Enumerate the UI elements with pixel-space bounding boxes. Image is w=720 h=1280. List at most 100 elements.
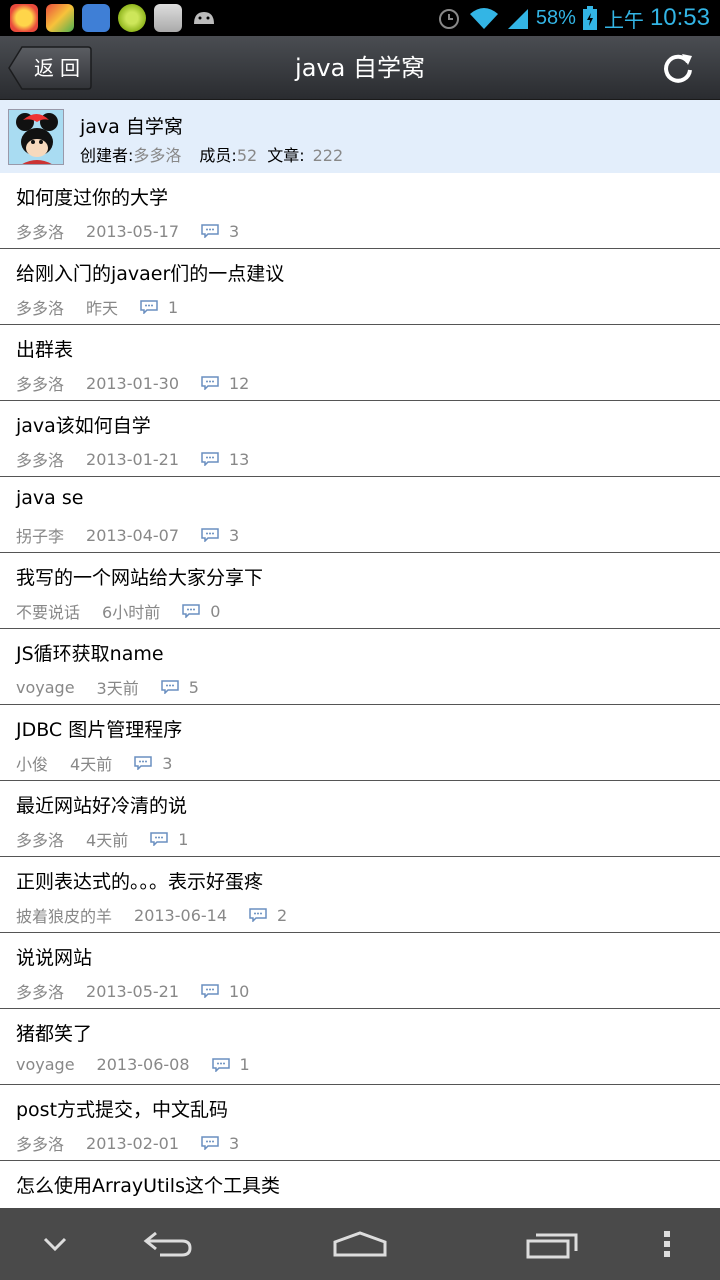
list-item[interactable]: JS循环获取name voyage 3天前 5 (0, 629, 720, 705)
refresh-button[interactable] (660, 50, 696, 86)
post-date: 4天前 (70, 755, 113, 774)
post-meta: 拐子李 2013-04-07 3 (16, 523, 239, 547)
home-icon (333, 1231, 387, 1257)
battery-icon (582, 6, 597, 30)
post-title: 如何度过你的大学 (16, 187, 169, 209)
members-value: 52 (236, 146, 258, 165)
list-item[interactable]: 说说网站 多多洛 2013-05-21 10 (0, 933, 720, 1009)
comment-icon (211, 1057, 230, 1072)
comment-count: 2 (277, 905, 288, 925)
comment-count: 12 (229, 373, 250, 393)
clock: 10:53 (649, 4, 710, 31)
android-icon (194, 12, 214, 24)
comment-count: 13 (229, 449, 250, 469)
post-date: 2013-05-21 (86, 981, 179, 1001)
post-meta: 多多洛 2013-05-17 3 (16, 219, 239, 243)
post-author: 不要说话 (16, 603, 81, 622)
ampm-label: 上午 (603, 9, 644, 32)
group-avatar (8, 109, 64, 165)
notification-icons (10, 4, 218, 32)
system-status: 58% 上午 10:53 (436, 0, 710, 36)
status-bar: 58% 上午 10:53 (0, 0, 720, 36)
post-author: voyage (16, 677, 75, 697)
comment-count: 0 (210, 601, 221, 621)
app-icon-5 (154, 4, 182, 32)
back-nav-button[interactable] (122, 1208, 214, 1280)
post-date: 2013-05-17 (86, 221, 179, 241)
list-item[interactable]: 如何度过你的大学 多多洛 2013-05-17 3 (0, 173, 720, 249)
comment-count: 3 (229, 525, 240, 545)
list-item[interactable]: 怎么使用ArrayUtils这个工具类 (0, 1161, 720, 1208)
comment-icon (134, 756, 152, 770)
back-button[interactable]: 返回 (8, 46, 92, 90)
menu-button[interactable] (642, 1208, 692, 1280)
post-title: 给刚入门的javaer们的一点建议 (16, 263, 285, 285)
posts-label: 文章: (267, 146, 305, 165)
creator-label: 创建者: (80, 146, 134, 165)
post-title: 怎么使用ArrayUtils这个工具类 (16, 1175, 280, 1197)
comment-icon (201, 376, 219, 390)
comment-count: 5 (188, 677, 199, 697)
hide-keyboard-button[interactable] (20, 1208, 90, 1280)
post-title: java该如何自学 (16, 415, 151, 437)
navigation-bar (0, 1208, 720, 1280)
comment-icon (249, 908, 267, 922)
list-item[interactable]: 猪都笑了 voyage 2013-06-08 1 (0, 1009, 720, 1085)
comment-icon (201, 1136, 219, 1150)
app-icon-1 (10, 4, 38, 32)
list-item[interactable]: 正则表达式的。。。表示好蛋疼 披着狼皮的羊 2013-06-14 2 (0, 857, 720, 933)
post-author: 多多洛 (16, 299, 65, 318)
list-item[interactable]: 出群表 多多洛 2013-01-30 12 (0, 325, 720, 401)
list-item[interactable]: java该如何自学 多多洛 2013-01-21 13 (0, 401, 720, 477)
members-label: 成员: (199, 146, 237, 165)
post-meta: 多多洛 2013-01-30 12 (16, 371, 249, 395)
post-meta: 多多洛 昨天 1 (16, 295, 178, 319)
signal-icon (507, 9, 528, 29)
post-date: 昨天 (86, 299, 119, 318)
post-author: 多多洛 (16, 831, 65, 850)
creator-value: 多多洛 (133, 146, 182, 165)
post-date: 4天前 (86, 831, 129, 850)
post-meta: 不要说话 6小时前 0 (16, 599, 220, 623)
list-item[interactable]: post方式提交，中文乱码 多多洛 2013-02-01 3 (0, 1085, 720, 1161)
comment-icon (201, 528, 219, 542)
recent-apps-icon (526, 1233, 578, 1259)
back-icon (143, 1231, 192, 1257)
title-bar: 返回 java 自学窝 (0, 36, 720, 100)
wifi-icon (469, 8, 498, 29)
post-title: java se (16, 487, 84, 509)
post-author: voyage (16, 1055, 75, 1074)
recent-apps-button[interactable] (508, 1208, 598, 1280)
comment-count: 1 (168, 297, 179, 317)
home-button[interactable] (315, 1208, 405, 1280)
post-meta: 多多洛 2013-02-01 3 (16, 1131, 239, 1155)
list-item[interactable]: 给刚入门的javaer们的一点建议 多多洛 昨天 1 (0, 249, 720, 325)
comment-icon (201, 452, 219, 466)
post-date: 2013-01-30 (86, 373, 179, 393)
list-item[interactable]: JDBC 图片管理程序 小俊 4天前 3 (0, 705, 720, 781)
post-author: 披着狼皮的羊 (16, 907, 113, 926)
post-author: 多多洛 (16, 451, 65, 470)
post-list[interactable]: 如何度过你的大学 多多洛 2013-05-17 3 给刚入门的javaer们的一… (0, 173, 720, 1208)
list-item[interactable]: java se 拐子李 2013-04-07 3 (0, 477, 720, 553)
app-icon-2 (46, 4, 74, 32)
group-meta: 创建者:多多洛 成员:52 文章: 222 (80, 142, 343, 166)
app-icon-3 (82, 4, 110, 32)
group-header[interactable]: java 自学窝 创建者:多多洛 成员:52 文章: 222 (0, 100, 720, 173)
alarm-icon (438, 9, 459, 29)
comment-icon (160, 680, 179, 694)
post-author: 多多洛 (16, 1135, 65, 1154)
comment-icon (182, 604, 200, 618)
post-meta: 多多洛 4天前 1 (16, 827, 188, 851)
post-title: 我写的一个网站给大家分享下 (16, 567, 264, 589)
comment-icon (201, 984, 219, 998)
list-item[interactable]: 最近网站好冷清的说 多多洛 4天前 1 (0, 781, 720, 857)
app-icon-4 (118, 4, 146, 32)
list-item[interactable]: 我写的一个网站给大家分享下 不要说话 6小时前 0 (0, 553, 720, 629)
post-title: 出群表 (16, 339, 74, 361)
post-meta: 多多洛 2013-01-21 13 (16, 447, 249, 471)
post-title: JS循环获取name (16, 643, 164, 665)
post-meta: voyage 2013-06-08 1 (16, 1055, 250, 1074)
post-date: 2013-06-14 (134, 905, 227, 925)
post-title: 猪都笑了 (16, 1023, 93, 1045)
